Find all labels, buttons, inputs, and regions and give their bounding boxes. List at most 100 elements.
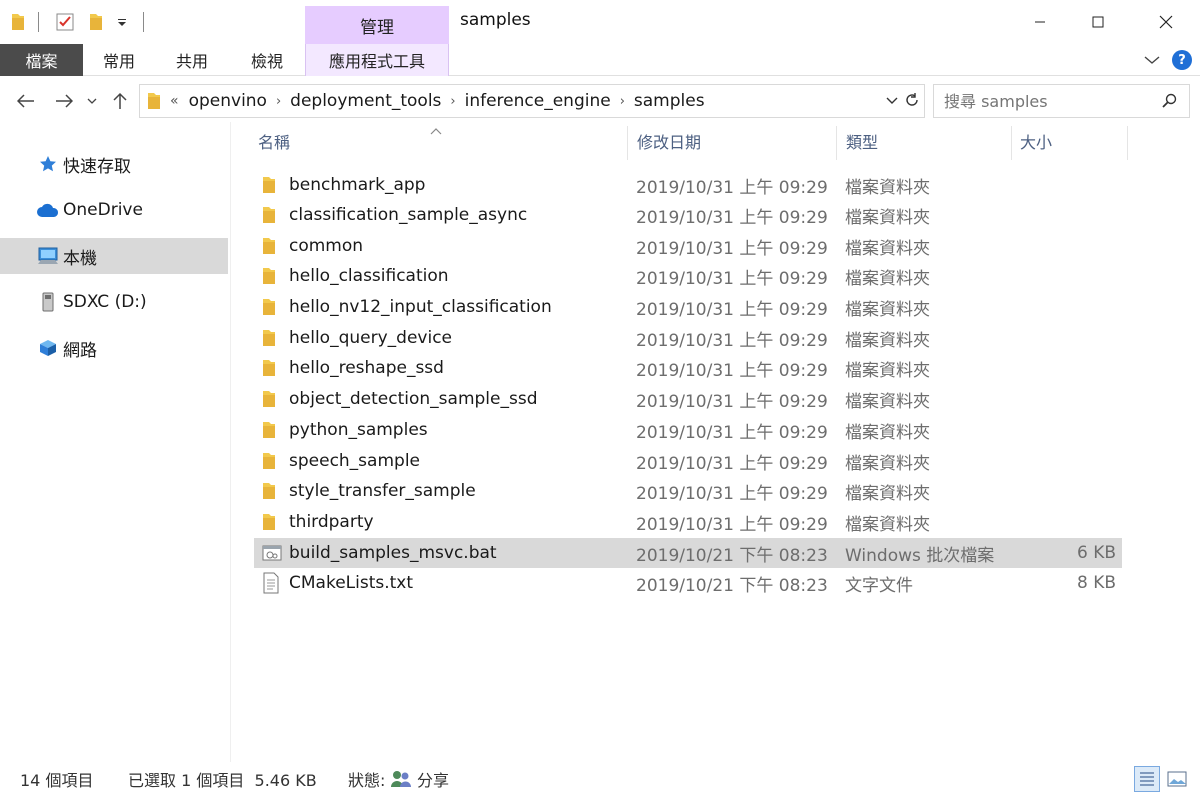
table-row[interactable]: hello_query_device 2019/10/31 上午 09:29 檔… xyxy=(254,323,1122,353)
table-row[interactable]: python_samples 2019/10/31 上午 09:29 檔案資料夾 xyxy=(254,415,1122,445)
breadcrumb-inference-engine[interactable]: inference_engine xyxy=(465,91,611,111)
back-button[interactable] xyxy=(12,86,40,116)
file-type: 檔案資料夾 xyxy=(845,483,930,504)
details-view-icon xyxy=(1140,772,1154,786)
file-date: 2019/10/31 上午 09:29 xyxy=(636,299,828,320)
minimize-button[interactable] xyxy=(1010,0,1070,44)
folder-icon xyxy=(262,358,284,378)
manage-context-tab-label: 管理 xyxy=(360,17,394,38)
state-value: 分享 xyxy=(417,771,450,790)
table-row[interactable]: hello_reshape_ssd 2019/10/31 上午 09:29 檔案… xyxy=(254,353,1122,383)
arrow-right-icon xyxy=(56,94,73,108)
file-name: common xyxy=(289,236,364,256)
maximize-icon xyxy=(1092,16,1104,28)
nav-item-label: 網路 xyxy=(63,340,97,361)
column-header-type[interactable]: 類型 xyxy=(846,122,1010,160)
file-name: python_samples xyxy=(289,420,428,440)
details-view-button[interactable] xyxy=(1134,766,1160,792)
table-row[interactable]: CMakeLists.txt 2019/10/21 下午 08:23 文字文件 … xyxy=(254,568,1122,598)
tab-home[interactable]: 常用 xyxy=(83,44,155,76)
file-name: benchmark_app xyxy=(289,175,426,195)
help-icon: ? xyxy=(1178,52,1186,68)
column-divider[interactable] xyxy=(627,126,628,160)
large-icons-view-button[interactable] xyxy=(1164,766,1190,792)
maximize-button[interactable] xyxy=(1068,0,1128,44)
file-date: 2019/10/31 上午 09:29 xyxy=(636,207,828,228)
manage-context-tab[interactable]: 管理 xyxy=(305,6,449,44)
column-header-name[interactable]: 名稱 xyxy=(258,122,626,160)
column-divider[interactable] xyxy=(1127,126,1128,160)
status-bar: 14 個項目 已選取 1 個項目 5.46 KB 狀態: 分享 xyxy=(0,762,1200,796)
column-header-size[interactable]: 大小 xyxy=(1020,122,1126,160)
up-button[interactable] xyxy=(108,86,132,116)
breadcrumb-openvino[interactable]: openvino xyxy=(189,91,267,111)
state-label: 狀態: xyxy=(348,771,386,790)
table-row[interactable]: common 2019/10/31 上午 09:29 檔案資料夾 xyxy=(254,231,1122,261)
file-type: 檔案資料夾 xyxy=(845,238,930,259)
customize-toolbar-dropdown-icon[interactable] xyxy=(116,10,128,34)
address-bar[interactable]: « openvino › deployment_tools › inferenc… xyxy=(139,84,925,118)
file-type: 檔案資料夾 xyxy=(845,299,930,320)
folder-icon xyxy=(262,175,284,195)
search-icon[interactable] xyxy=(1161,93,1177,109)
nav-item-quick-access[interactable]: 快速存取 xyxy=(0,146,228,182)
file-type: 檔案資料夾 xyxy=(845,391,930,412)
column-header-date[interactable]: 修改日期 xyxy=(637,122,835,160)
nav-item-label: 本機 xyxy=(63,248,97,269)
new-folder-icon[interactable] xyxy=(88,10,104,34)
nav-item-network[interactable]: 網路 xyxy=(0,330,228,366)
table-row[interactable]: style_transfer_sample 2019/10/31 上午 09:2… xyxy=(254,476,1122,506)
star-icon xyxy=(36,155,60,173)
table-row[interactable]: classification_sample_async 2019/10/31 上… xyxy=(254,200,1122,230)
chevron-right-icon[interactable]: › xyxy=(620,94,625,109)
folder-icon xyxy=(262,451,284,471)
tab-application-tools[interactable]: 應用程式工具 xyxy=(305,44,449,76)
file-type: 檔案資料夾 xyxy=(845,514,930,535)
breadcrumb-deployment-tools[interactable]: deployment_tools xyxy=(290,91,441,111)
address-history-dropdown[interactable] xyxy=(886,94,898,106)
search-box[interactable] xyxy=(933,84,1190,118)
file-size: 8 KB xyxy=(1076,573,1116,593)
folder-icon xyxy=(262,236,284,256)
search-input[interactable] xyxy=(944,91,1154,111)
breadcrumb-overflow[interactable]: « xyxy=(170,93,179,109)
column-divider[interactable] xyxy=(1011,126,1012,160)
chevron-right-icon[interactable]: › xyxy=(450,94,455,109)
table-row[interactable]: thirdparty 2019/10/31 上午 09:29 檔案資料夾 xyxy=(254,507,1122,537)
table-row[interactable]: hello_classification 2019/10/31 上午 09:29… xyxy=(254,261,1122,291)
toolbar-separator xyxy=(143,12,144,32)
tab-view[interactable]: 檢視 xyxy=(229,44,305,76)
item-count: 14 個項目 xyxy=(20,771,94,790)
refresh-button[interactable] xyxy=(904,92,920,108)
close-button[interactable] xyxy=(1136,0,1196,44)
table-row[interactable]: hello_nv12_input_classification 2019/10/… xyxy=(254,292,1122,322)
quick-access-folder-icon[interactable] xyxy=(10,10,26,34)
tab-share[interactable]: 共用 xyxy=(155,44,229,76)
file-type: 檔案資料夾 xyxy=(845,360,930,381)
recent-locations-button[interactable] xyxy=(84,86,100,116)
nav-item-this-pc[interactable]: 本機 xyxy=(0,238,228,274)
tab-file[interactable]: 檔案 xyxy=(0,44,83,76)
table-row[interactable]: speech_sample 2019/10/31 上午 09:29 檔案資料夾 xyxy=(254,446,1122,476)
help-button[interactable]: ? xyxy=(1172,50,1192,70)
table-row[interactable]: benchmark_app 2019/10/31 上午 09:29 檔案資料夾 xyxy=(254,170,1122,200)
chevron-right-icon[interactable]: › xyxy=(276,94,281,109)
table-row[interactable]: object_detection_sample_ssd 2019/10/31 上… xyxy=(254,384,1122,414)
expand-ribbon-button[interactable] xyxy=(1140,48,1164,72)
table-row[interactable]: build_samples_msvc.bat 2019/10/21 下午 08:… xyxy=(254,538,1122,568)
nav-item-sdxc-drive[interactable]: SDXC (D:) xyxy=(0,284,228,320)
nav-item-onedrive[interactable]: OneDrive xyxy=(0,192,228,228)
folder-icon xyxy=(262,266,284,286)
properties-icon[interactable] xyxy=(55,10,75,34)
file-name: hello_classification xyxy=(289,266,449,286)
file-name: classification_sample_async xyxy=(289,205,528,225)
column-divider[interactable] xyxy=(836,126,837,160)
large-icons-view-icon xyxy=(1167,771,1187,787)
file-name: object_detection_sample_ssd xyxy=(289,389,538,409)
forward-button[interactable] xyxy=(50,86,78,116)
breadcrumb-samples[interactable]: samples xyxy=(634,91,705,111)
computer-icon xyxy=(36,247,60,265)
file-date: 2019/10/31 上午 09:29 xyxy=(636,422,828,443)
folder-icon xyxy=(262,389,284,409)
file-size: 6 KB xyxy=(1076,543,1116,563)
